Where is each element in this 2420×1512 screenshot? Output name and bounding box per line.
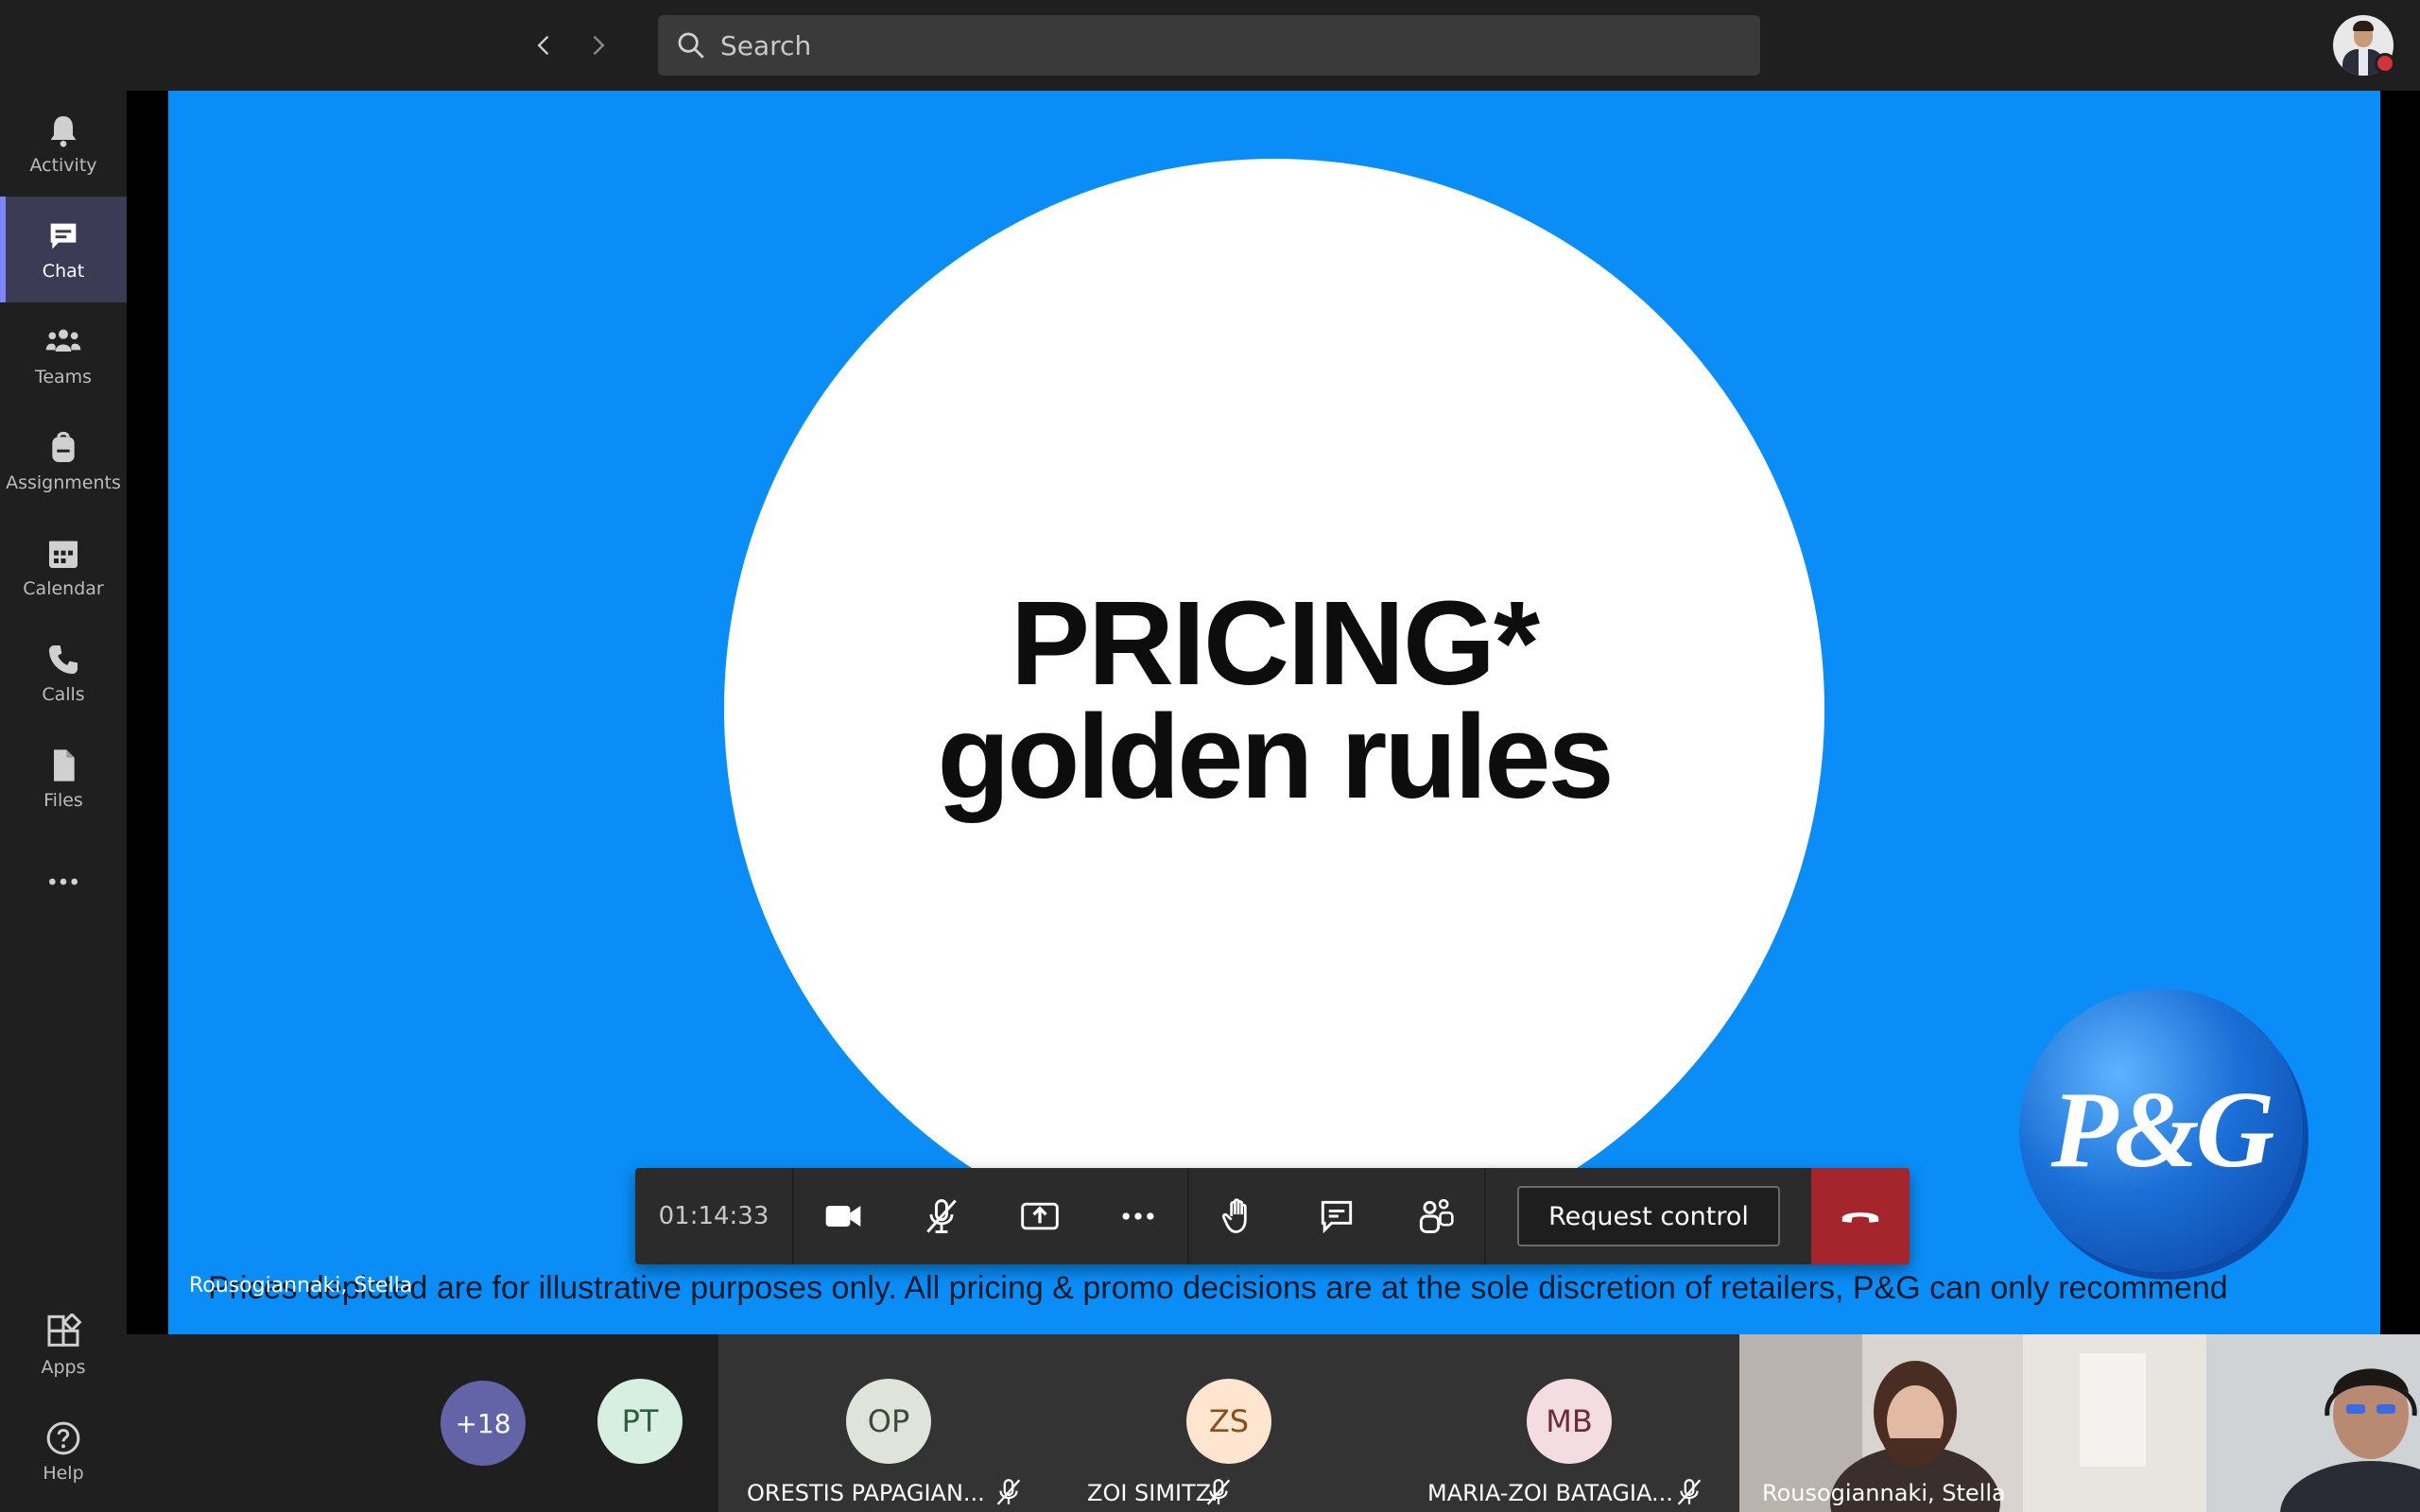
participant-video-feed: [2206, 1334, 2420, 1512]
participant-name: MARIA-ZOI BATAGIA...: [1427, 1480, 1673, 1506]
show-conversation-button[interactable]: [1288, 1168, 1386, 1264]
rail-item-assignments[interactable]: Assignments: [0, 408, 127, 514]
hang-up-phone-icon: [1841, 1212, 1879, 1223]
more-actions-button[interactable]: [1089, 1168, 1187, 1264]
microphone-button[interactable]: [892, 1168, 991, 1264]
participant-name: ZOI SIMITZI: [1087, 1480, 1219, 1506]
raise-hand-icon: [1221, 1198, 1247, 1233]
microphone-off-icon: [926, 1199, 957, 1233]
hang-up-button[interactable]: [1811, 1168, 1910, 1264]
microphone-off-icon: [996, 1479, 1021, 1505]
rail-item-apps[interactable]: Apps: [0, 1293, 127, 1399]
overflow-participants-button[interactable]: +18: [441, 1381, 526, 1466]
presenter-name-label: Rousogiannaki, Stella: [189, 1274, 413, 1297]
pg-logo: P&G: [2019, 988, 2303, 1272]
raise-hand-button[interactable]: [1189, 1168, 1288, 1264]
rail-item-help[interactable]: Help: [0, 1399, 127, 1504]
rail-item-label: Assignments: [6, 472, 121, 493]
participant-video-tile[interactable]: [2206, 1334, 2420, 1512]
participants-icon: [1419, 1198, 1454, 1233]
file-icon: [54, 749, 75, 782]
microphone-off-icon: [1206, 1479, 1231, 1505]
more-horizontal-icon: [1122, 1212, 1154, 1220]
teams-meeting-window: Activity Chat Teams Assignments Calendar…: [0, 0, 2420, 1512]
share-tray-icon: [1021, 1202, 1059, 1230]
rail-item-label: Calendar: [23, 578, 104, 599]
camera-button[interactable]: [794, 1168, 892, 1264]
app-rail: Activity Chat Teams Assignments Calendar…: [0, 91, 127, 1512]
rail-item-label: Teams: [34, 367, 93, 387]
rail-item-calls[interactable]: Calls: [0, 620, 127, 726]
rail-item-activity[interactable]: Activity: [0, 91, 127, 197]
search-box[interactable]: [658, 15, 1760, 76]
participant-tile[interactable]: ZS ZOI SIMITZI: [1059, 1334, 1399, 1512]
participant-avatar: OP: [846, 1379, 931, 1464]
slide-subtitle: golden rules: [937, 690, 1614, 823]
participant-tile[interactable]: OP ORESTIS PAPAGIAN...: [718, 1334, 1059, 1512]
video-camera-icon: [825, 1206, 861, 1227]
rail-item-label: Help: [43, 1463, 84, 1484]
phone-icon: [49, 645, 78, 674]
apps-icon: [47, 1314, 82, 1347]
rail-item-calendar[interactable]: Calendar: [0, 514, 127, 620]
chat-bubble-icon: [1321, 1200, 1353, 1234]
participant-avatar: MB: [1527, 1379, 1612, 1464]
rail-item-label: Files: [43, 790, 83, 811]
participant-avatar: ZS: [1186, 1379, 1271, 1464]
meeting-timer: 01:14:33: [635, 1168, 794, 1264]
show-participants-button[interactable]: [1386, 1168, 1484, 1264]
rail-item-label: Apps: [41, 1357, 86, 1378]
participant-strip: +18 PT OP ORESTIS PAPAGIAN... ZS ZOI SIM…: [127, 1334, 2420, 1512]
microphone-off-icon: [1677, 1479, 1702, 1505]
help-icon: [46, 1421, 80, 1455]
share-screen-button[interactable]: [991, 1168, 1089, 1264]
forward-button[interactable]: [575, 23, 620, 68]
rail-item-label: Activity: [29, 155, 97, 176]
rail-item-teams[interactable]: Teams: [0, 302, 127, 408]
chevron-right-icon: [593, 35, 605, 56]
logo-text: P&G: [2050, 1069, 2275, 1191]
calendar-icon: [49, 541, 78, 568]
rail-more-button[interactable]: [0, 832, 127, 937]
rail-item-files[interactable]: Files: [0, 726, 127, 832]
rail-item-label: Chat: [42, 261, 85, 282]
backpack-icon: [52, 431, 75, 462]
shared-slide: PRICING* golden rules P&G Prices depicte…: [168, 91, 2380, 1334]
chevron-left-icon: [537, 35, 549, 56]
participant-tile[interactable]: MB MARIA-ZOI BATAGIA...: [1399, 1334, 1739, 1512]
meeting-controls-bar: 01:14:33 Request control: [635, 1168, 1910, 1264]
slide-disclaimer: Prices depicted are for illustrative pur…: [208, 1270, 2228, 1306]
rail-item-label: Calls: [42, 684, 85, 705]
more-horizontal-icon: [49, 878, 78, 885]
participant-name: ORESTIS PAPAGIAN...: [747, 1480, 985, 1506]
slide-title: PRICING*: [1010, 576, 1540, 710]
presence-status-badge: [2375, 53, 2395, 74]
request-control-button[interactable]: Request control: [1517, 1186, 1780, 1246]
rail-item-chat[interactable]: Chat: [0, 197, 127, 302]
participant-video-tile[interactable]: Rousogiannaki, Stella: [1739, 1334, 2206, 1512]
bell-icon: [50, 116, 77, 147]
participant-name: Rousogiannaki, Stella: [1762, 1480, 2006, 1506]
teams-icon: [45, 329, 81, 352]
search-input[interactable]: [720, 29, 1666, 61]
top-bar: [0, 0, 2420, 91]
search-icon: [678, 32, 704, 59]
participant-avatar[interactable]: PT: [597, 1379, 683, 1464]
chat-icon: [50, 223, 77, 249]
back-button[interactable]: [522, 23, 567, 68]
request-control-wrapper: Request control: [1486, 1168, 1811, 1264]
